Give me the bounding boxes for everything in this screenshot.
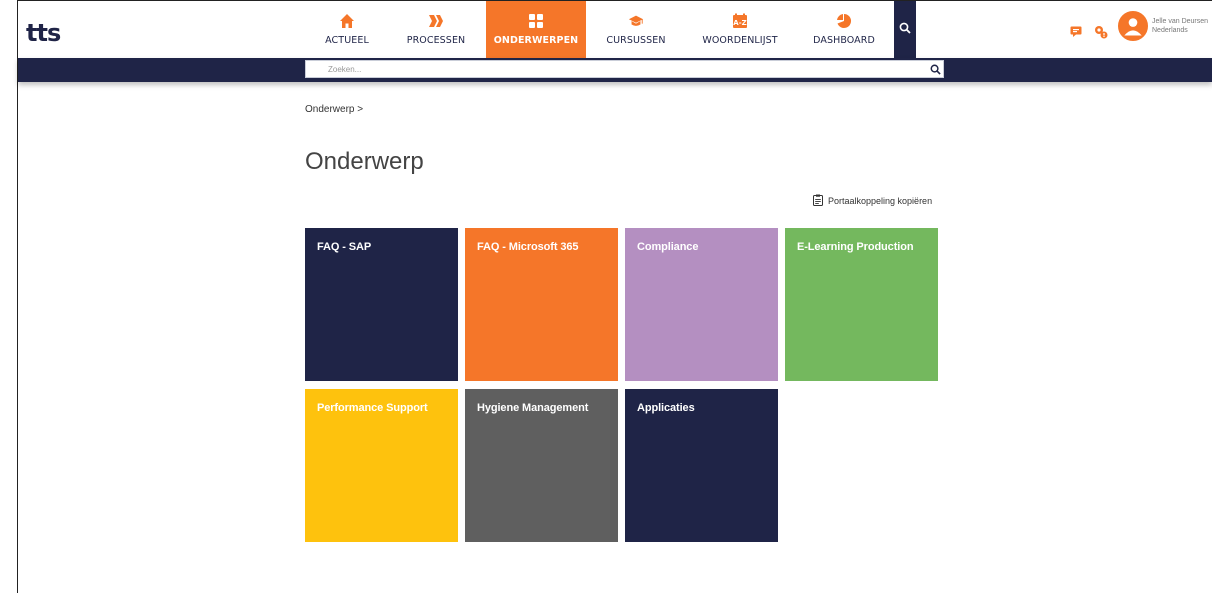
nav-label-actueel: ACTUEEL (325, 35, 369, 46)
tile-label: Applicaties (637, 402, 695, 414)
tile-applicaties[interactable]: Applicaties (625, 389, 778, 542)
page-title: Onderwerp (305, 148, 424, 175)
tts-logo[interactable]: tts (26, 19, 61, 47)
tile-faq-sap[interactable]: FAQ - SAP (305, 228, 458, 381)
user-area: Jelle van Deursen Nederlands (1070, 11, 1208, 51)
nav-item-dashboard[interactable]: DASHBOARD (794, 1, 894, 58)
feedback-icon[interactable] (1070, 25, 1084, 43)
nav-item-onderwerpen[interactable]: ONDERWERPEN (486, 1, 586, 58)
home-icon (339, 13, 355, 29)
tile-label: FAQ - SAP (317, 241, 372, 253)
grid-icon (528, 13, 544, 29)
tile-faq-microsoft-365[interactable]: FAQ - Microsoft 365 (465, 228, 618, 381)
nav-label-cursussen: CURSUSSEN (606, 35, 666, 46)
portal-link-copy-button[interactable]: Portaalkoppeling kopiëren (813, 194, 932, 208)
tile-label: E-Learning Production (797, 241, 914, 253)
tile-label: FAQ - Microsoft 365 (477, 241, 579, 253)
clipboard-icon (813, 194, 823, 208)
tile-e-learning-production[interactable]: E-Learning Production (785, 228, 938, 381)
tile-performance-support[interactable]: Performance Support (305, 389, 458, 542)
main-nav: ACTUEEL PROCESSEN ONDERWERPEN CURSUSSEN … (308, 1, 916, 58)
search-icon (899, 21, 911, 39)
tile-label: Hygiene Management (477, 402, 589, 414)
svg-text:A-Z: A-Z (733, 19, 746, 27)
nav-label-processen: PROCESSEN (406, 35, 466, 46)
help-settings-icon[interactable] (1094, 25, 1108, 44)
tile-compliance[interactable]: Compliance (625, 228, 778, 381)
user-name: Jelle van Deursen (1152, 18, 1209, 25)
tile-label: Compliance (637, 241, 699, 253)
nav-item-processen[interactable]: PROCESSEN (386, 1, 486, 58)
portal-link-label: Portaalkoppeling kopiëren (828, 196, 933, 206)
nav-label-woordenlijst: WOORDENLIJST (702, 35, 778, 46)
tile-hygiene-management[interactable]: Hygiene Management (465, 389, 618, 542)
breadcrumb[interactable]: Onderwerp > (305, 104, 363, 115)
nav-label-onderwerpen: ONDERWERPEN (493, 35, 579, 46)
nav-label-dashboard: DASHBOARD (813, 35, 875, 46)
nav-search-button[interactable] (894, 1, 916, 58)
search-field-wrapper (305, 60, 944, 78)
nav-item-actueel[interactable]: ACTUEEL (308, 1, 386, 58)
user-language: Nederlands (1152, 27, 1188, 34)
search-submit-icon[interactable] (929, 63, 941, 75)
nav-item-woordenlijst[interactable]: A-Z WOORDENLIJST (686, 1, 794, 58)
pie-chart-icon (836, 13, 852, 29)
top-header: tts ACTUEEL PROCESSEN ONDERWERPEN CURSUS… (18, 1, 1212, 58)
window-left-border (17, 0, 18, 593)
user-info[interactable]: Jelle van Deursen Nederlands (1152, 17, 1208, 35)
graduation-cap-icon (628, 13, 644, 29)
nav-item-cursussen[interactable]: CURSUSSEN (586, 1, 686, 58)
glossary-az-icon: A-Z (732, 13, 748, 29)
process-chevrons-icon (428, 13, 444, 29)
search-bar (18, 58, 1212, 82)
avatar[interactable] (1118, 11, 1148, 41)
tile-label: Performance Support (317, 402, 428, 414)
search-input[interactable] (306, 61, 926, 77)
